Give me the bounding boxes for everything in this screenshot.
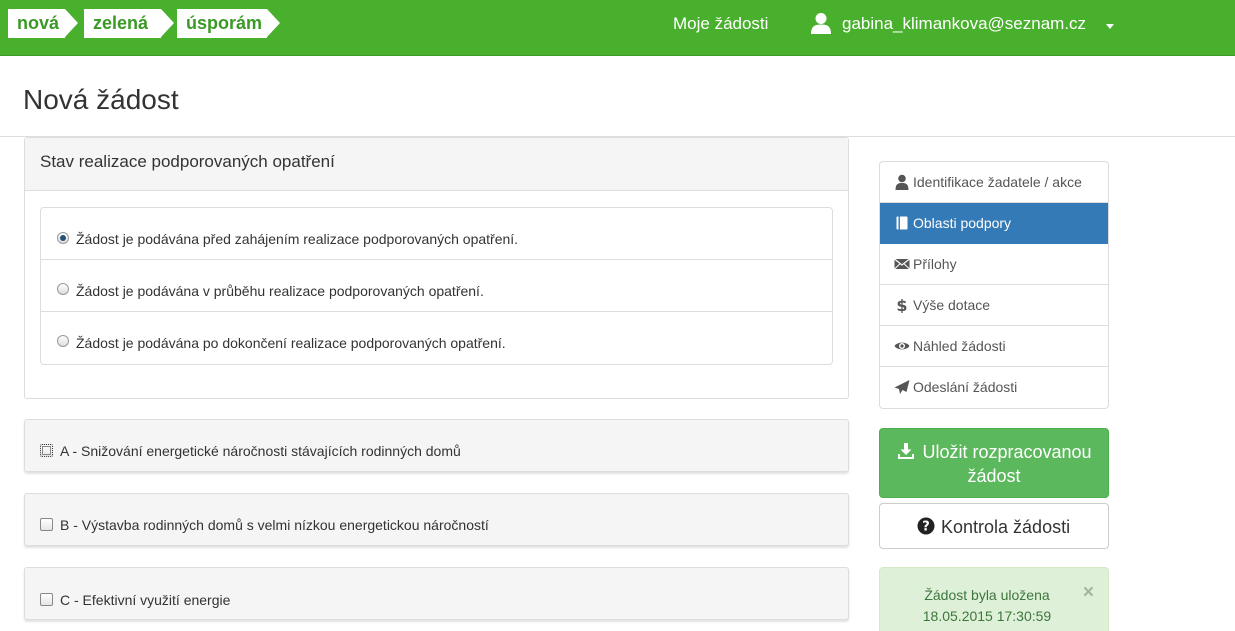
status-option-label[interactable]: Žádost je podávána před zahájením realiz… [76,231,518,247]
sidebar-item-label[interactable]: Oblasti podpory [913,215,1011,231]
question-circle-icon: ? [917,517,935,535]
sidebar-item-support-areas[interactable]: Oblasti podpory [880,203,1108,244]
sidebar-item-identification[interactable]: Identifikace žadatele / akce [880,162,1108,203]
envelope-icon [894,258,910,270]
check-button-label[interactable]: Kontrola žádosti [941,517,1070,537]
my-requests-link[interactable]: Moje žádosti [673,13,768,35]
sidebar-item-label[interactable]: Výše dotace [913,297,990,313]
status-option-during[interactable]: Žádost je podávána v průběhu realizace p… [41,260,832,312]
category-a-checkbox[interactable] [40,444,53,457]
status-panel-heading: Stav realizace podporovaných opatření [25,138,848,191]
user-icon [895,174,909,190]
book-icon [896,216,908,230]
save-draft-button[interactable]: Uložit rozpracovanou žádost [879,428,1109,498]
caret-down-icon[interactable] [1106,24,1114,29]
dollar-icon: $ [896,297,907,313]
status-option-label[interactable]: Žádost je podávána v průběhu realizace p… [76,283,484,299]
sidebar-item-preview[interactable]: Náhled žádosti [880,326,1108,367]
save-button-label-line2[interactable]: žádost [880,466,1108,486]
category-c-panel[interactable]: C - Efektivní využití energie [24,567,849,620]
status-option-label[interactable]: Žádost je podávána po dokončení realizac… [76,335,506,351]
category-b-label[interactable]: B - Výstavba rodinných domů s velmi nízk… [60,517,489,533]
check-request-button[interactable]: ? Kontrola žádosti [879,503,1109,549]
svg-text:$: $ [896,297,907,313]
save-button-label-line1[interactable]: Uložit rozpracovanou [880,442,1108,462]
alert-message: Žádost byla uložena [924,587,1050,603]
svg-text:?: ? [922,520,930,535]
status-options-list: Žádost je podávána před zahájením realiz… [40,207,833,365]
user-icon [811,13,831,34]
saved-alert: Žádost byla uložena 18.05.2015 17:30:59 … [879,567,1109,631]
radio-after[interactable] [57,335,69,347]
sidebar-item-attachments[interactable]: Přílohy [880,244,1108,285]
logo-word-zelena[interactable]: zelená [84,9,174,38]
logo-word-usporam[interactable]: úsporám [177,9,280,38]
category-c-checkbox[interactable] [40,593,53,606]
sidebar-item-label[interactable]: Přílohy [913,256,957,272]
sidebar-item-label[interactable]: Identifikace žadatele / akce [913,174,1082,190]
send-icon [894,380,910,394]
category-a-label[interactable]: A - Snižování energetické náročnosti stá… [60,443,461,459]
status-option-before[interactable]: Žádost je podávána před zahájením realiz… [41,208,832,260]
alert-timestamp: 18.05.2015 17:30:59 [922,608,1052,624]
sidebar-item-label[interactable]: Odeslání žádosti [913,379,1017,395]
category-c-label[interactable]: C - Efektivní využití energie [60,592,230,608]
radio-during[interactable] [57,283,69,295]
status-panel: Stav realizace podporovaných opatření Žá… [24,137,849,399]
category-b-checkbox[interactable] [40,518,53,531]
radio-before[interactable] [57,232,69,244]
close-icon[interactable]: × [1083,583,1094,602]
category-a-panel[interactable]: A - Snižování energetické náročnosti stá… [24,419,849,472]
sidebar-item-subsidy-amount[interactable]: $ Výše dotace [880,285,1108,326]
sidebar-nav: Identifikace žadatele / akce Oblasti pod… [879,161,1109,409]
top-navbar: nová zelená úsporám Moje žádosti gabina_… [0,0,1235,56]
page-title: Nová žádost [23,84,179,115]
eye-icon [894,342,910,350]
user-menu-toggle[interactable]: gabina_klimankova@seznam.cz [842,13,1086,35]
logo-word-nova[interactable]: nová [8,9,78,38]
sidebar-item-label[interactable]: Náhled žádosti [913,338,1006,354]
category-b-panel[interactable]: B - Výstavba rodinných domů s velmi nízk… [24,493,849,546]
status-option-after[interactable]: Žádost je podávána po dokončení realizac… [41,312,832,364]
sidebar-item-submit[interactable]: Odeslání žádosti [880,367,1108,408]
